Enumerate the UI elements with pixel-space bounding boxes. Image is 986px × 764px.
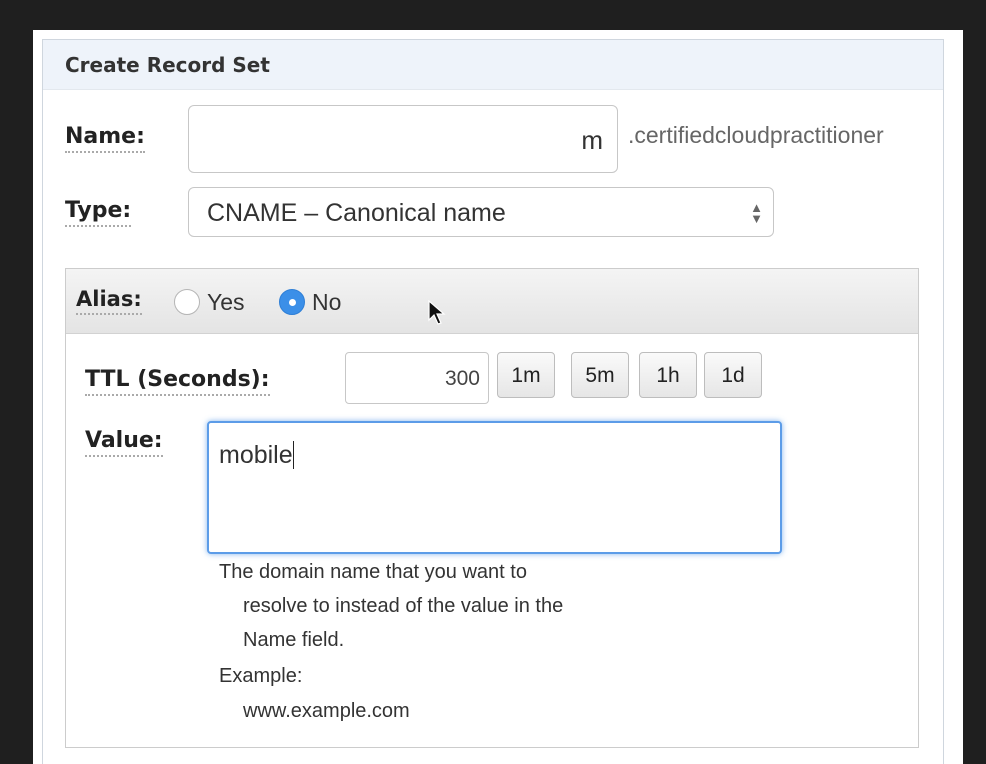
- ttl-5m-button[interactable]: 5m: [571, 352, 629, 398]
- alias-label: Alias:: [76, 285, 142, 315]
- mouse-pointer-icon: [428, 300, 446, 325]
- panel-title: Create Record Set: [43, 40, 943, 90]
- name-input[interactable]: m: [188, 105, 618, 173]
- ttl-1d-button[interactable]: 1d: [704, 352, 762, 398]
- ttl-label: TTL (Seconds):: [85, 366, 270, 396]
- alias-bar: Alias: Yes No: [66, 269, 918, 334]
- alias-no-radio[interactable]: [279, 289, 305, 315]
- value-text: mobile: [219, 441, 293, 469]
- example-value: www.example.com: [243, 700, 410, 722]
- value-label: Value:: [85, 427, 163, 457]
- help-line-2: resolve to instead of the value in the: [243, 595, 564, 617]
- example-label: Example:: [219, 665, 303, 687]
- type-select[interactable]: CNAME – Canonical name ▲ ▼: [188, 187, 774, 237]
- help-line-3: Name field.: [243, 629, 345, 651]
- value-textarea[interactable]: mobile: [207, 421, 782, 554]
- help-line-1: The domain name that you want to: [219, 561, 527, 583]
- ttl-1m-button[interactable]: 1m: [497, 352, 555, 398]
- alias-no-label[interactable]: No: [312, 289, 341, 316]
- alias-yes-label[interactable]: Yes: [207, 289, 245, 316]
- type-label: Type:: [65, 197, 132, 227]
- text-caret: [292, 441, 294, 469]
- ttl-1h-button[interactable]: 1h: [639, 352, 697, 398]
- alias-yes-radio[interactable]: [174, 289, 200, 315]
- name-label: Name:: [65, 123, 145, 153]
- updown-arrows-icon: ▲ ▼: [750, 200, 763, 226]
- ttl-input[interactable]: 300: [345, 352, 489, 404]
- domain-suffix: .certifiedcloudpractitioner: [628, 122, 884, 148]
- type-select-value: CNAME – Canonical name: [207, 199, 506, 227]
